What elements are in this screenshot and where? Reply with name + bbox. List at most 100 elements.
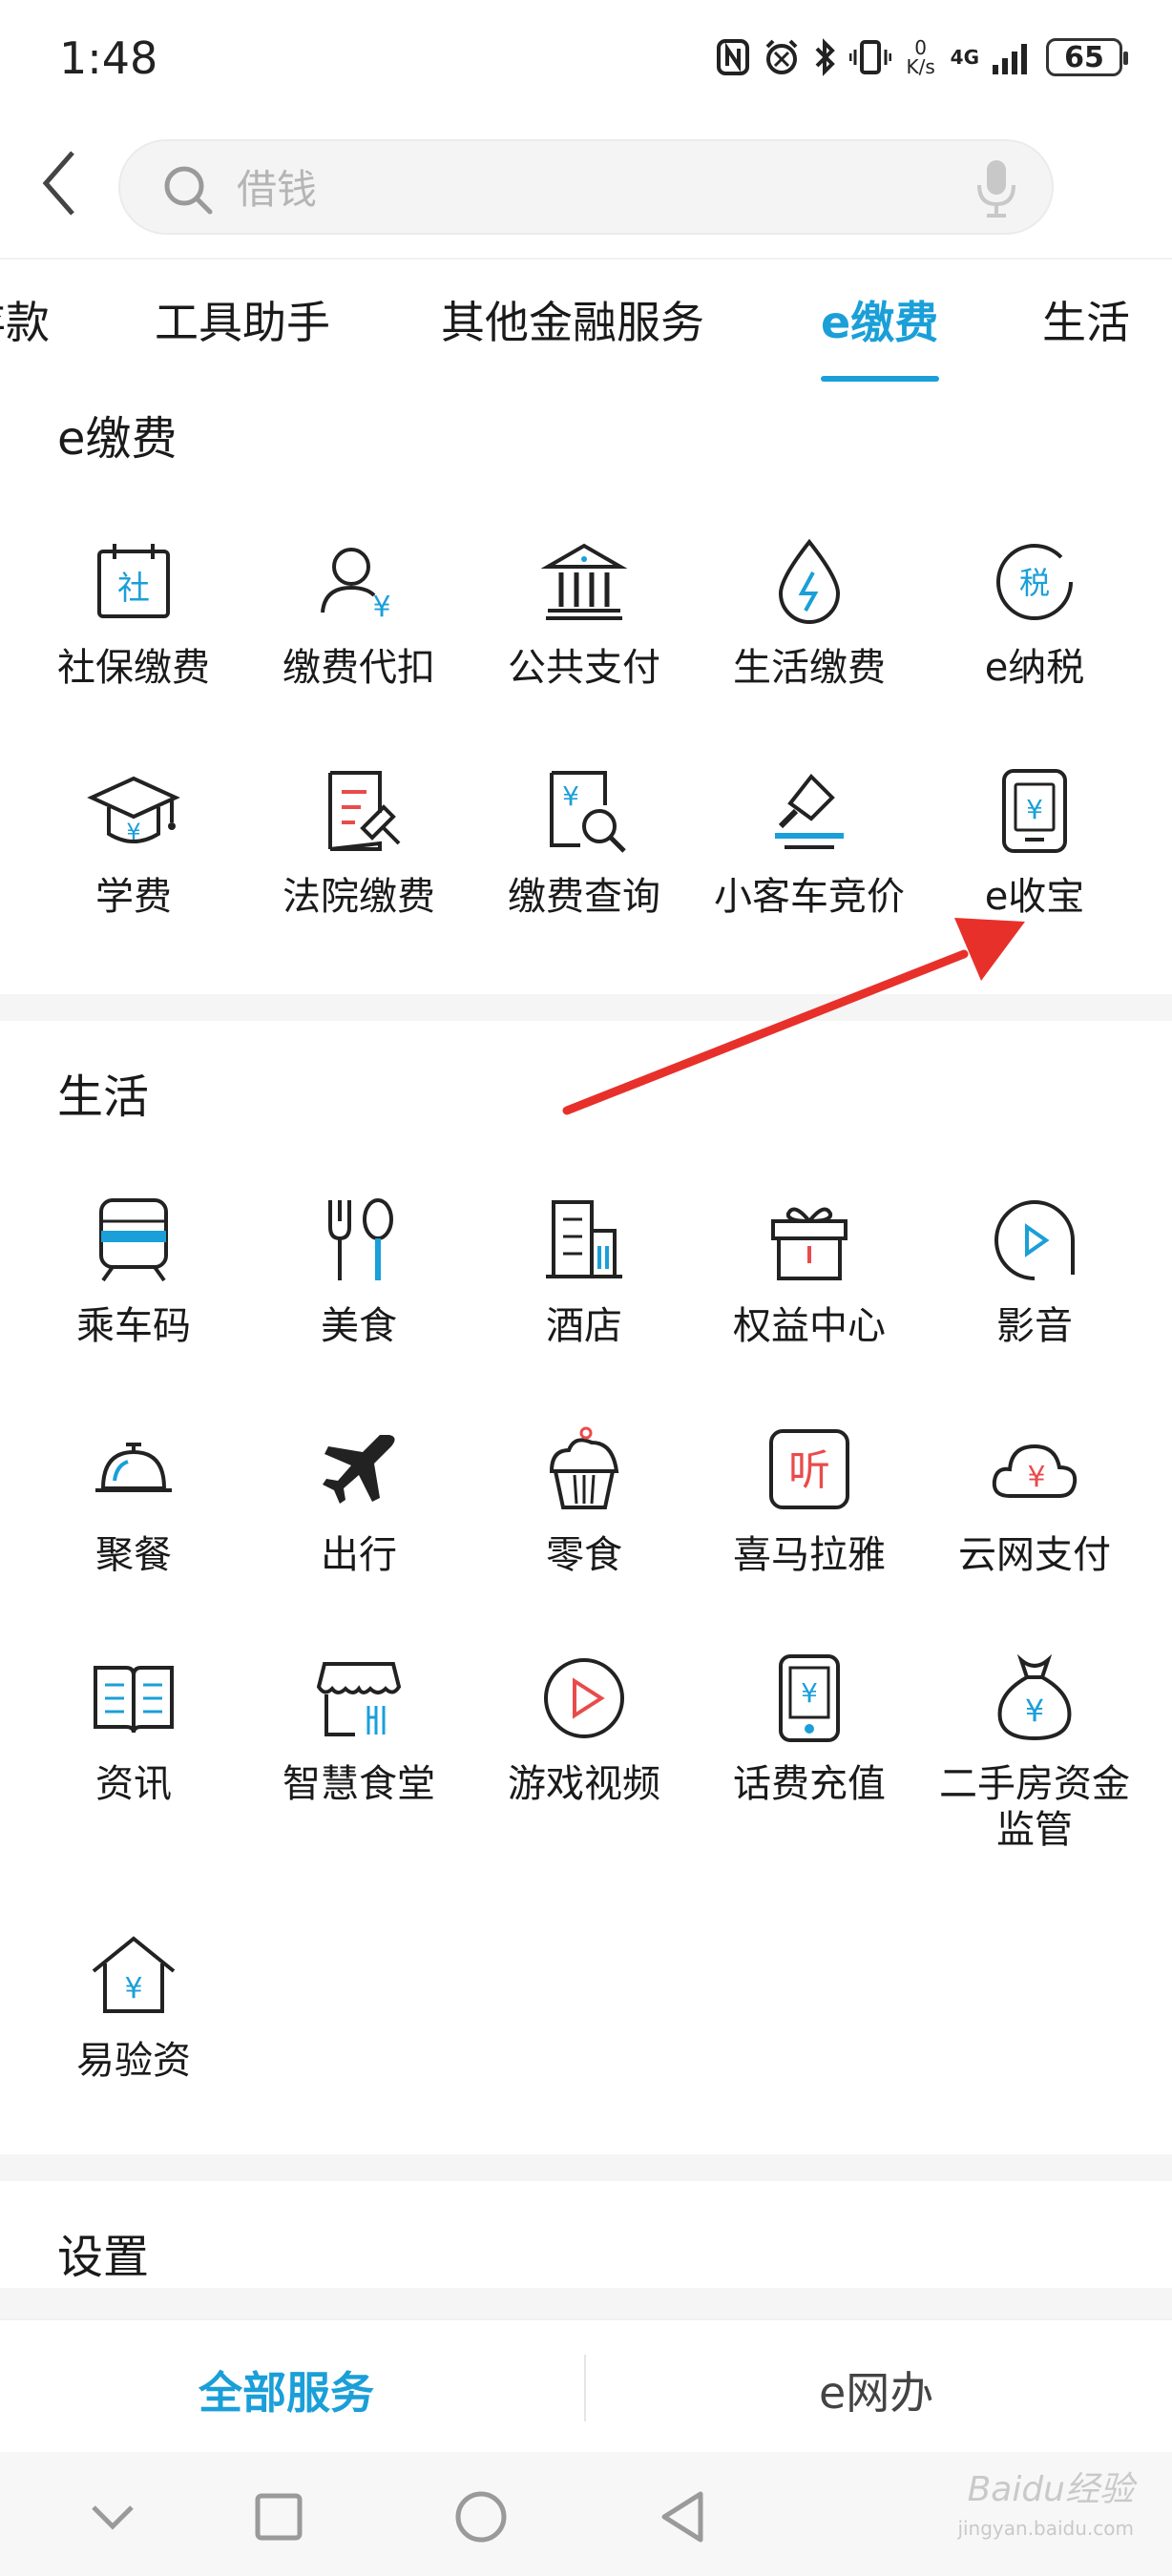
tab-e-office[interactable]: e网办	[819, 2358, 933, 2421]
svg-text:¥: ¥	[124, 1972, 142, 2005]
search-row	[0, 118, 1172, 252]
train-icon	[99, 1198, 168, 1282]
status-time: 1:48	[59, 32, 158, 84]
search-box[interactable]	[118, 139, 1054, 235]
service-fee-withhold[interactable]: ¥ 缴费代扣	[246, 534, 471, 691]
airplane-icon	[323, 1435, 395, 1504]
cloud-yuan-icon: ¥	[992, 1444, 1078, 1498]
section-divider	[0, 994, 1172, 1021]
service-label: 出行	[321, 1533, 397, 1577]
back-icon[interactable]	[645, 2479, 722, 2555]
service-label: 话费充值	[733, 1762, 886, 1806]
service-label: 聚餐	[95, 1533, 172, 1577]
service-game-video[interactable]: 游戏视频	[471, 1651, 697, 1807]
tab-all-services[interactable]: 全部服务	[199, 2358, 374, 2421]
status-bar: 1:48 0 K/s 4G 65	[0, 0, 1172, 118]
ximalaya-icon: 听	[769, 1429, 849, 1509]
tab-e-fee[interactable]: e缴费	[821, 288, 938, 351]
service-label: 云网支付	[958, 1533, 1111, 1577]
service-capital-verification[interactable]: ¥ 易验资	[21, 1927, 246, 2084]
service-news[interactable]: 资讯	[21, 1651, 246, 1807]
service-ride-code[interactable]: 乘车码	[21, 1193, 246, 1349]
battery-level: 65	[1064, 40, 1104, 74]
receipt-card-icon: ¥	[1002, 769, 1067, 853]
service-label: e纳税	[984, 646, 1085, 690]
service-public-payment[interactable]: 公共支付	[471, 534, 697, 691]
house-yuan-icon: ¥	[92, 1936, 176, 2013]
service-second-hand-house-fund[interactable]: ¥ 二手房资金 监管	[922, 1651, 1147, 1853]
service-life-payment[interactable]: 生活缴费	[697, 534, 922, 691]
bank-building-icon	[540, 543, 628, 620]
service-e-tax[interactable]: 税 e纳税	[922, 534, 1147, 691]
court-document-icon	[328, 771, 401, 851]
service-e-shoubao[interactable]: ¥ e收宝	[922, 763, 1147, 920]
back-arrow-icon[interactable]	[34, 145, 88, 221]
search-icon	[164, 166, 213, 215]
battery-icon: 65	[1046, 38, 1128, 76]
tab-tools[interactable]: 工具助手	[155, 288, 330, 351]
service-cloud-pay[interactable]: ¥ 云网支付	[922, 1422, 1147, 1578]
service-hotel[interactable]: 酒店	[471, 1193, 697, 1349]
service-benefits-center[interactable]: 权益中心	[697, 1193, 922, 1349]
chevron-down-icon[interactable]	[74, 2479, 151, 2555]
watermark-text: Baidu经验	[967, 2470, 1134, 2509]
search-input[interactable]	[237, 158, 943, 219]
hotel-building-icon	[546, 1200, 622, 1278]
tax-icon: 税	[996, 544, 1073, 620]
svg-text:税: 税	[1019, 565, 1050, 601]
service-snacks[interactable]: 零食	[471, 1422, 697, 1578]
network-type: 4G	[950, 46, 979, 69]
tab-deposit[interactable]: 存款	[0, 288, 50, 351]
alarm-icon	[765, 39, 798, 74]
service-label: 资讯	[95, 1762, 172, 1806]
fee-search-icon: ¥	[550, 771, 626, 853]
home-icon[interactable]	[443, 2479, 519, 2555]
service-phone-recharge[interactable]: ¥ 话费充值	[697, 1651, 922, 1807]
cloche-icon	[95, 1443, 172, 1492]
service-label: 易验资	[76, 2039, 191, 2083]
service-car-bidding[interactable]: 小客车竞价	[697, 763, 922, 920]
tab-other-finance[interactable]: 其他金融服务	[441, 288, 704, 351]
service-label: 法院缴费	[283, 875, 435, 919]
section-divider	[0, 2288, 1172, 2318]
svg-text:社: 社	[117, 570, 150, 608]
section-title-settings[interactable]: 设置	[57, 2219, 149, 2286]
service-ximalaya[interactable]: 听 喜马拉雅	[697, 1422, 922, 1578]
service-label: 二手房资金 监管	[939, 1762, 1130, 1852]
service-label: 学费	[95, 875, 172, 919]
play-circle-icon	[994, 1200, 1075, 1280]
nfc-icon	[716, 39, 749, 75]
service-label: 智慧食堂	[283, 1762, 435, 1806]
category-tabs: 存款 工具助手 其他金融服务 e缴费 生活	[0, 258, 1172, 382]
svg-text:¥: ¥	[801, 1677, 818, 1709]
section-divider	[0, 2154, 1172, 2181]
cupcake-icon	[549, 1426, 619, 1509]
water-drop-bolt-icon	[778, 538, 841, 624]
watermark-sub: jingyan.baidu.com	[957, 2517, 1134, 2540]
service-tuition[interactable]: ¥ 学费	[21, 763, 246, 920]
service-dining[interactable]: 聚餐	[21, 1422, 246, 1578]
service-audio-video[interactable]: 影音	[922, 1193, 1147, 1349]
microphone-icon[interactable]	[975, 158, 1017, 219]
service-label: e收宝	[984, 875, 1085, 919]
net-speed-unit: K/s	[906, 55, 935, 78]
section-e-fee: e缴费 社 社保缴费 ¥ 缴费代扣 公共支付 生活缴费 税 e纳税 ¥ 学费 法…	[0, 382, 1172, 992]
svg-text:¥: ¥	[126, 819, 140, 845]
service-food[interactable]: 美食	[246, 1193, 471, 1349]
service-label: 美食	[321, 1304, 397, 1348]
fork-spoon-icon	[328, 1198, 393, 1280]
service-social-security[interactable]: 社 社保缴费	[21, 534, 246, 691]
recent-apps-icon[interactable]	[241, 2479, 317, 2555]
watermark: Baidu经验 jingyan.baidu.com	[957, 2471, 1134, 2547]
service-court-fee[interactable]: 法院缴费	[246, 763, 471, 920]
service-label: 缴费查询	[508, 875, 660, 919]
service-label: 公共支付	[508, 646, 660, 690]
tab-life[interactable]: 生活	[1042, 288, 1130, 351]
service-label: 生活缴费	[733, 646, 886, 690]
service-fee-query[interactable]: ¥ 缴费查询	[471, 763, 697, 920]
service-travel[interactable]: 出行	[246, 1422, 471, 1578]
service-label: 酒店	[546, 1304, 622, 1348]
svg-text:¥: ¥	[1027, 1461, 1045, 1494]
bottom-tab-bar: 全部服务 e网办	[0, 2318, 1172, 2452]
service-smart-canteen[interactable]: 智慧食堂	[246, 1651, 471, 1807]
